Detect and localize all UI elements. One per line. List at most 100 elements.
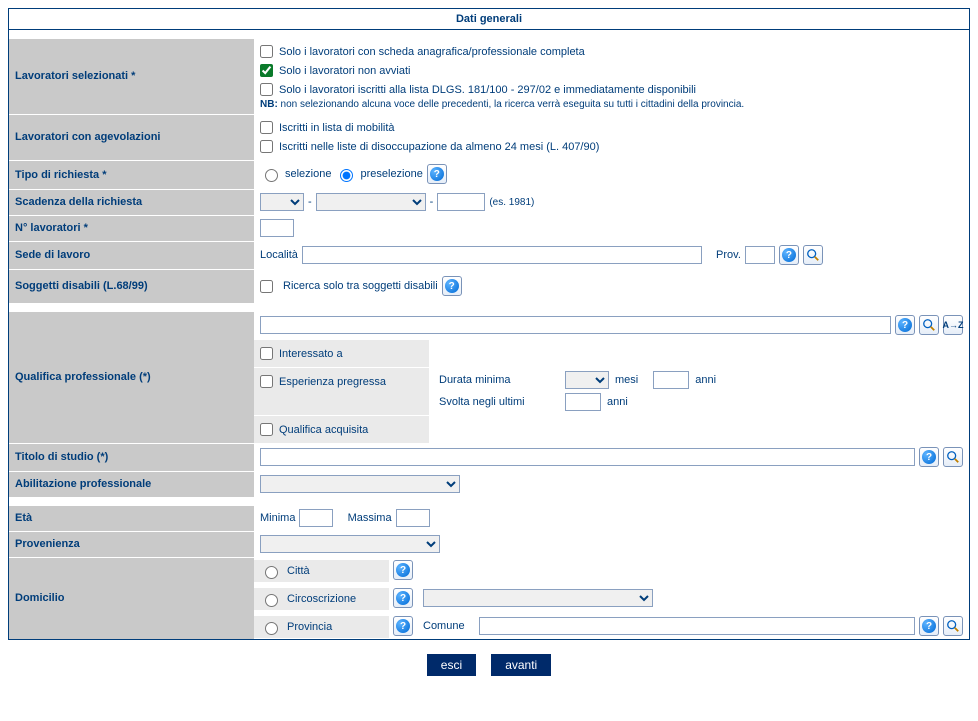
radio-preselezione[interactable] (340, 169, 353, 182)
hint-scadenza: (es. 1981) (489, 197, 534, 208)
help-comune[interactable]: ? (919, 616, 939, 636)
radio-selezione[interactable] (265, 169, 278, 182)
search-icon (922, 318, 936, 332)
help-provincia[interactable]: ? (393, 616, 413, 636)
sort-az-icon: A→Z (943, 320, 964, 330)
label-eta: Età (9, 505, 254, 531)
lookup-qualifica[interactable] (919, 315, 939, 335)
help-icon: ? (922, 450, 936, 464)
avanti-button[interactable]: avanti (491, 654, 551, 676)
input-svolta-anni[interactable] (565, 393, 601, 411)
chk-mobilita-label: Iscritti in lista di mobilità (279, 122, 395, 134)
select-provenienza[interactable] (260, 535, 440, 553)
radio-citta-label: Città (287, 565, 310, 577)
label-agevolazioni: Lavoratori con agevolazioni (9, 114, 254, 160)
select-scadenza-gg[interactable] (260, 193, 304, 211)
form-panel: Dati generali Lavoratori selezionati * S… (8, 8, 970, 640)
help-icon: ? (396, 591, 410, 605)
panel-title: Dati generali (9, 9, 969, 30)
note-nb: NB: non selezionando alcuna voce delle p… (260, 99, 963, 110)
label-disabili: Soggetti disabili (L.68/99) (9, 269, 254, 303)
help-icon: ? (922, 619, 936, 633)
select-scadenza-mm[interactable] (316, 193, 426, 211)
chk-iscritti-dlgs-label: Solo i lavoratori iscritti alla lista DL… (279, 84, 696, 96)
label-qualifica: Qualifica professionale (*) (9, 311, 254, 443)
select-circoscrizione[interactable] (423, 589, 653, 607)
label-eta-min: Minima (260, 512, 295, 524)
chk-acquisita[interactable] (260, 423, 273, 436)
input-localita[interactable] (302, 246, 702, 264)
label-sede: Sede di lavoro (9, 241, 254, 269)
label-svolta: Svolta negli ultimi (439, 396, 559, 408)
sort-qualifica[interactable]: A→Z (943, 315, 963, 335)
help-tipo-richiesta[interactable]: ? (427, 164, 447, 184)
radio-circoscrizione[interactable] (265, 594, 278, 607)
label-eta-max: Massima (348, 512, 392, 524)
help-sede[interactable]: ? (779, 245, 799, 265)
label-titolo: Titolo di studio (*) (9, 443, 254, 471)
chk-esperienza-label: Esperienza pregressa (279, 376, 386, 388)
input-titolo[interactable] (260, 448, 915, 466)
label-tipo-richiesta: Tipo di richiesta * (9, 160, 254, 189)
label-lavoratori-selezionati: Lavoratori selezionati * (9, 38, 254, 114)
chk-disoccupazione-label: Iscritti nelle liste di disoccupazione d… (279, 141, 599, 153)
chk-non-avviati[interactable] (260, 64, 273, 77)
help-titolo[interactable]: ? (919, 447, 939, 467)
help-icon: ? (445, 279, 459, 293)
form-table: Lavoratori selezionati * Solo i lavorato… (9, 30, 969, 639)
chk-scheda-completa[interactable] (260, 45, 273, 58)
radio-citta[interactable] (265, 566, 278, 579)
chk-acquisita-label: Qualifica acquisita (279, 424, 368, 436)
label-scadenza: Scadenza della richiesta (9, 189, 254, 215)
label-abilitazione: Abilitazione professionale (9, 471, 254, 497)
input-eta-max[interactable] (396, 509, 430, 527)
chk-disabili[interactable] (260, 280, 273, 293)
label-domicilio: Domicilio (9, 557, 254, 639)
chk-non-avviati-label: Solo i lavoratori non avviati (279, 65, 410, 77)
chk-iscritti-dlgs[interactable] (260, 83, 273, 96)
input-qualifica[interactable] (260, 316, 891, 334)
label-comune: Comune (423, 620, 465, 632)
chk-disoccupazione[interactable] (260, 140, 273, 153)
label-localita: Località (260, 249, 298, 261)
lookup-titolo[interactable] (943, 447, 963, 467)
radio-provincia-label: Provincia (287, 621, 332, 633)
select-abilitazione[interactable] (260, 475, 460, 493)
label-anni2: anni (607, 396, 628, 408)
help-circoscrizione[interactable]: ? (393, 588, 413, 608)
help-icon: ? (782, 248, 796, 262)
lookup-sede[interactable] (803, 245, 823, 265)
label-anni: anni (695, 374, 716, 386)
chk-mobilita[interactable] (260, 121, 273, 134)
label-prov: Prov. (716, 249, 741, 261)
chk-disabili-label: Ricerca solo tra soggetti disabili (283, 280, 438, 292)
input-comune[interactable] (479, 617, 915, 635)
radio-circoscrizione-label: Circoscrizione (287, 593, 356, 605)
chk-esperienza[interactable] (260, 375, 273, 388)
label-provenienza: Provenienza (9, 531, 254, 557)
input-durata-anni[interactable] (653, 371, 689, 389)
input-n-lavoratori[interactable] (260, 219, 294, 237)
help-disabili[interactable]: ? (442, 276, 462, 296)
chk-scheda-completa-label: Solo i lavoratori con scheda anagrafica/… (279, 46, 585, 58)
label-n-lavoratori: N° lavoratori * (9, 215, 254, 241)
label-mesi: mesi (615, 374, 638, 386)
input-prov[interactable] (745, 246, 775, 264)
select-durata-mesi[interactable] (565, 371, 609, 389)
help-icon: ? (396, 619, 410, 633)
help-icon: ? (430, 167, 444, 181)
radio-provincia[interactable] (265, 622, 278, 635)
lookup-comune[interactable] (943, 616, 963, 636)
search-icon (806, 248, 820, 262)
search-icon (946, 450, 960, 464)
label-durata-minima: Durata minima (439, 374, 559, 386)
help-citta[interactable]: ? (393, 560, 413, 580)
chk-interessato[interactable] (260, 347, 273, 360)
input-scadenza-anno[interactable] (437, 193, 485, 211)
radio-preselezione-label: preselezione (360, 168, 422, 180)
esci-button[interactable]: esci (427, 654, 476, 676)
help-icon: ? (396, 563, 410, 577)
help-icon: ? (898, 318, 912, 332)
help-qualifica[interactable]: ? (895, 315, 915, 335)
input-eta-min[interactable] (299, 509, 333, 527)
